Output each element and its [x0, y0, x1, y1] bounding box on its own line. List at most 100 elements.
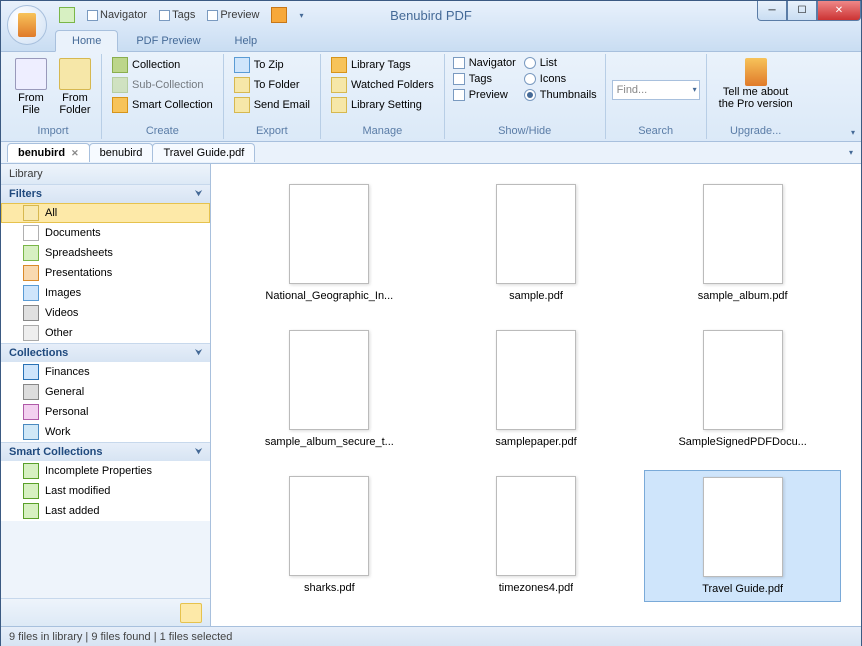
- tags-checkbox[interactable]: Tags: [451, 72, 518, 86]
- section-header-collections[interactable]: Collections ⮟: [1, 344, 210, 362]
- presentations-icon: [23, 265, 39, 281]
- item-label: Other: [45, 327, 73, 339]
- tab-label: benubird: [100, 147, 143, 159]
- filter-item-images[interactable]: Images: [1, 283, 210, 303]
- filter-item-videos[interactable]: Videos: [1, 303, 210, 323]
- file-thumbnail[interactable]: SampleSignedPDFDocu...: [644, 324, 841, 454]
- file-thumbnail[interactable]: sharks.pdf: [231, 470, 428, 602]
- sidebar: Library Filters ⮟ AllDocumentsSpreadshee…: [1, 164, 211, 626]
- sidebar-action-button[interactable]: [180, 603, 202, 623]
- ribbon-minimize-caret[interactable]: ▾: [851, 128, 855, 137]
- qat-tags-toggle[interactable]: Tags: [155, 8, 199, 22]
- item-label: Finances: [45, 366, 90, 378]
- tab-label: Travel Guide.pdf: [163, 147, 244, 159]
- qat-preview-toggle[interactable]: Preview: [203, 8, 263, 22]
- maximize-button[interactable]: ☐: [787, 1, 817, 21]
- filter-item-all[interactable]: All: [1, 203, 210, 223]
- collection-item-work[interactable]: Work: [1, 422, 210, 442]
- file-thumbnail[interactable]: sample_album_secure_t...: [231, 324, 428, 454]
- file-thumbnail[interactable]: National_Geographic_In...: [231, 178, 428, 308]
- tab-close-icon[interactable]: ✕: [71, 148, 79, 159]
- thumbnail-grid: National_Geographic_In...sample.pdfsampl…: [211, 164, 861, 616]
- button-label: To Folder: [254, 79, 300, 91]
- navigator-checkbox[interactable]: Navigator: [451, 56, 518, 70]
- smart-icon: [23, 463, 39, 479]
- section-title: Collections: [9, 347, 68, 359]
- close-button[interactable]: ✕: [817, 1, 861, 21]
- collection-item-general[interactable]: General: [1, 382, 210, 402]
- section-header-filters[interactable]: Filters ⮟: [1, 185, 210, 203]
- document-tab[interactable]: benubird: [89, 143, 154, 162]
- qat-style-icon[interactable]: [267, 6, 291, 24]
- group-show-hide: Navigator Tags Preview List Icons Thumbn…: [445, 54, 606, 139]
- thumbnails-radio[interactable]: Thumbnails: [522, 88, 599, 102]
- document-tab[interactable]: Travel Guide.pdf: [152, 143, 255, 162]
- watched-folders-button[interactable]: Watched Folders: [327, 76, 438, 94]
- from-file-button[interactable]: From File: [11, 56, 51, 118]
- library-tags-button[interactable]: Library Tags: [327, 56, 438, 74]
- window-title: Benubird PDF: [390, 8, 472, 23]
- chevron-down-icon: ⮟: [195, 189, 202, 199]
- collection-item-personal[interactable]: Personal: [1, 402, 210, 422]
- item-label: Work: [45, 426, 70, 438]
- checkbox-icon: [453, 57, 465, 69]
- collection-item-finances[interactable]: Finances: [1, 362, 210, 382]
- to-folder-button[interactable]: To Folder: [230, 76, 314, 94]
- smart-item-incomplete[interactable]: Incomplete Properties: [1, 461, 210, 481]
- file-thumbnail[interactable]: timezones4.pdf: [438, 470, 635, 602]
- app-logo-icon: [18, 13, 36, 37]
- page-preview-icon: [289, 184, 369, 284]
- library-setting-button[interactable]: Library Setting: [327, 96, 438, 114]
- zip-icon: [234, 57, 250, 73]
- find-input[interactable]: Find...: [612, 80, 700, 100]
- tab-pdf-preview[interactable]: PDF Preview: [120, 31, 216, 51]
- radio-label: Thumbnails: [540, 89, 597, 101]
- app-menu-button[interactable]: [7, 5, 47, 45]
- list-radio[interactable]: List: [522, 56, 599, 70]
- settings-icon: [331, 97, 347, 113]
- smart-item-lastmod[interactable]: Last modified: [1, 481, 210, 501]
- file-thumbnail[interactable]: sample.pdf: [438, 178, 635, 308]
- send-email-button[interactable]: Send Email: [230, 96, 314, 114]
- filter-item-spreadsheets[interactable]: Spreadsheets: [1, 243, 210, 263]
- checkbox-icon: [453, 73, 465, 85]
- collection-button[interactable]: Collection: [108, 56, 217, 74]
- sidebar-footer: [1, 598, 210, 626]
- qat-customize-dropdown[interactable]: ▾: [295, 10, 307, 21]
- page-preview-icon: [496, 330, 576, 430]
- smart-item-lastadd[interactable]: Last added: [1, 501, 210, 521]
- check-label: Tags: [469, 73, 492, 85]
- upgrade-button[interactable]: Tell me about the Pro version: [713, 56, 799, 112]
- filter-item-documents[interactable]: Documents: [1, 223, 210, 243]
- qat-label: Preview: [220, 9, 259, 21]
- from-folder-button[interactable]: From Folder: [55, 56, 95, 118]
- preview-checkbox[interactable]: Preview: [451, 88, 518, 102]
- content-area: National_Geographic_In...sample.pdfsampl…: [211, 164, 861, 626]
- watch-folder-icon: [331, 77, 347, 93]
- ribbon: From File From Folder Import Collection …: [1, 52, 861, 142]
- smart-collection-button[interactable]: Smart Collection: [108, 96, 217, 114]
- filter-item-other[interactable]: Other: [1, 323, 210, 343]
- tab-home[interactable]: Home: [55, 30, 118, 52]
- file-thumbnail[interactable]: Travel Guide.pdf: [644, 470, 841, 602]
- qat-navigator-toggle[interactable]: Navigator: [83, 8, 151, 22]
- qat-new-icon[interactable]: [55, 6, 79, 24]
- page-preview-icon: [703, 330, 783, 430]
- sub-collection-button[interactable]: Sub-Collection: [108, 76, 217, 94]
- file-thumbnail[interactable]: samplepaper.pdf: [438, 324, 635, 454]
- group-create: Collection Sub-Collection Smart Collecti…: [102, 54, 224, 139]
- document-tab[interactable]: benubird ✕: [7, 143, 90, 162]
- filter-item-presentations[interactable]: Presentations: [1, 263, 210, 283]
- videos-icon: [23, 305, 39, 321]
- item-label: Incomplete Properties: [45, 465, 152, 477]
- minimize-button[interactable]: ─: [757, 1, 787, 21]
- tab-help[interactable]: Help: [219, 31, 274, 51]
- tab-label: benubird: [18, 147, 65, 159]
- to-zip-button[interactable]: To Zip: [230, 56, 314, 74]
- icons-radio[interactable]: Icons: [522, 72, 599, 86]
- group-manage: Library Tags Watched Folders Library Set…: [321, 54, 445, 139]
- tab-overflow-caret[interactable]: ▾: [849, 148, 853, 157]
- item-label: All: [45, 207, 57, 219]
- file-thumbnail[interactable]: sample_album.pdf: [644, 178, 841, 308]
- section-header-smart[interactable]: Smart Collections ⮟: [1, 443, 210, 461]
